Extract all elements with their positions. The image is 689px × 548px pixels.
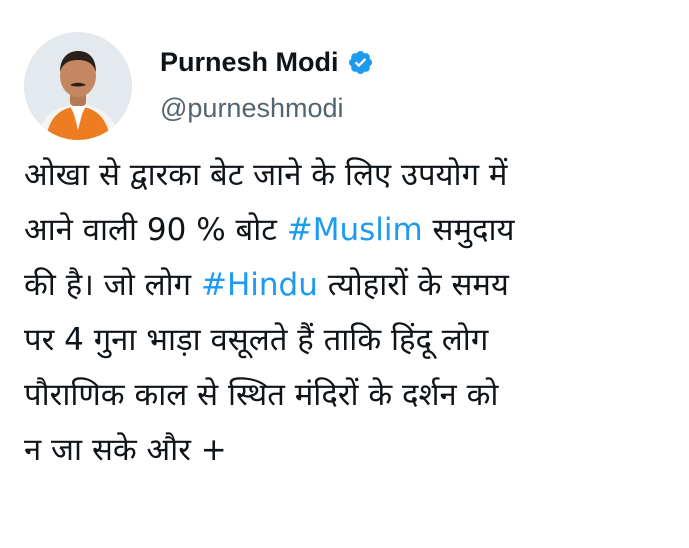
tweet-text-segment: त्योहारों के समय (317, 267, 509, 303)
tweet-text-line: पौराणिक काल से स्थित मंदिरों के दर्शन को (24, 368, 689, 423)
tweet-text-segment: न जा सके और + (24, 432, 227, 468)
tweet-text-segment: ओखा से द्वारका बेट जाने के लिए उपयोग में (24, 157, 508, 193)
tweet-text-segment: समुदाय (422, 212, 515, 248)
profile-photo-icon (24, 32, 132, 140)
tweet-text-segment: पौराणिक काल से स्थित मंदिरों के दर्शन को (24, 377, 499, 413)
tweet-text-segment: की है। जो लोग (24, 267, 201, 303)
tweet-text-line: न जा सके और + (24, 423, 689, 478)
tweet-text: ओखा से द्वारका बेट जाने के लिए उपयोग में… (24, 148, 689, 478)
tweet-text-line: पर 4 गुना भाड़ा वसूलते हैं ताकि हिंदू लो… (24, 313, 689, 368)
tweet-text-line: की है। जो लोग #Hindu त्योहारों के समय (24, 258, 689, 313)
verified-badge-icon (347, 49, 374, 76)
hashtag-link[interactable]: #Muslim (287, 212, 423, 248)
author-name-row: Purnesh Modi (160, 46, 374, 78)
tweet-text-line: ओखा से द्वारका बेट जाने के लिए उपयोग में (24, 148, 689, 203)
author-avatar[interactable] (24, 32, 132, 140)
hashtag-link[interactable]: #Hindu (201, 267, 318, 303)
author-handle[interactable]: @purneshmodi (160, 92, 344, 124)
tweet-card: Purnesh Modi @purneshmodi ओखा से द्वारका… (0, 0, 689, 548)
tweet-text-segment: पर 4 गुना भाड़ा वसूलते हैं ताकि हिंदू लो… (24, 322, 489, 358)
author-name[interactable]: Purnesh Modi (160, 46, 339, 78)
tweet-text-line: आने वाली 90 % बोट #Muslim समुदाय (24, 203, 689, 258)
tweet-text-segment: आने वाली 90 % बोट (24, 212, 287, 248)
